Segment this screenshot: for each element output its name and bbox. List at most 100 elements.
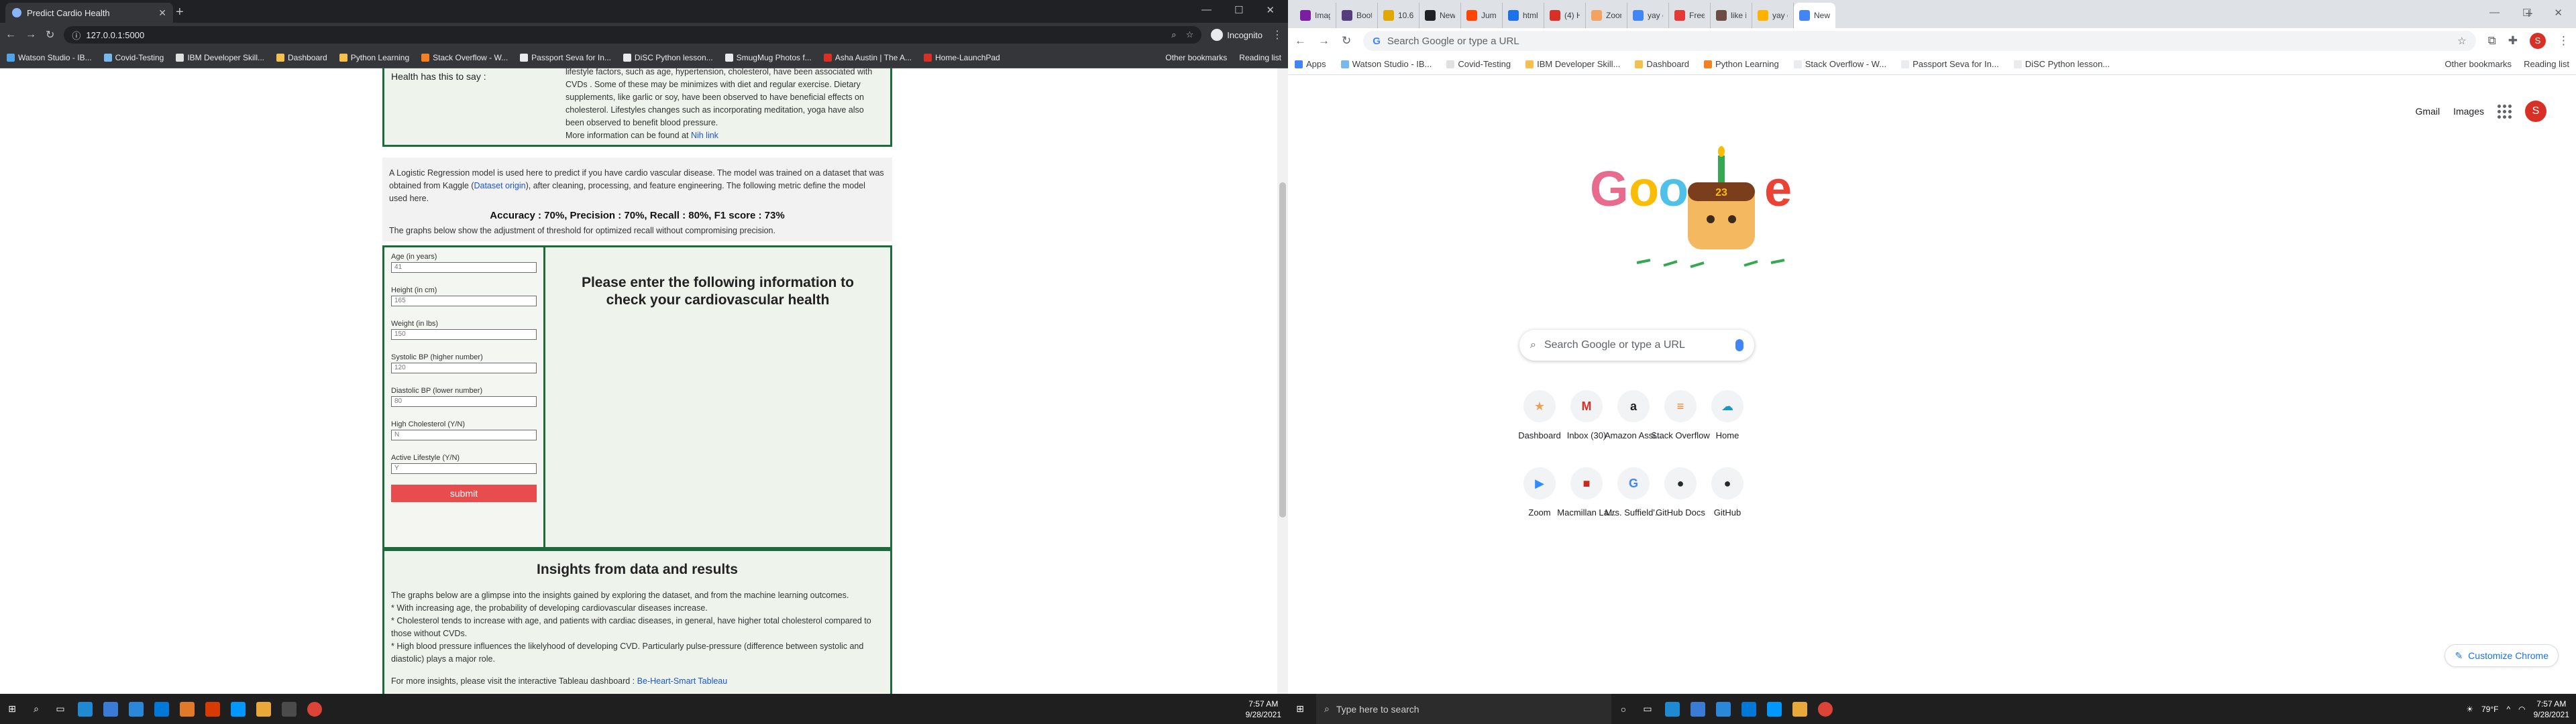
weather-icon[interactable]: ☀ [2466, 705, 2473, 714]
taskbar-search-box[interactable]: ⌕ Type here to search [1316, 694, 1611, 724]
scrollbar-thumb[interactable] [1279, 182, 1286, 518]
left-omnibox[interactable]: ⓘ 127.0.0.1:5000 ⌕ ☆ [64, 26, 1202, 44]
left-scrollbar[interactable] [1277, 68, 1288, 694]
field-input[interactable]: 150 [391, 329, 537, 340]
bookmark-item[interactable]: DiSC Python lesson... [623, 53, 713, 62]
shortcut-tile[interactable]: G Mrs. Suffield'... [1605, 467, 1662, 518]
forward-icon[interactable]: → [25, 29, 36, 41]
gmail-link[interactable]: Gmail [2416, 106, 2440, 117]
bookmark-item[interactable]: Stack Overflow - W... [421, 53, 508, 62]
bookmark-item[interactable]: Home-LaunchPad [924, 53, 1000, 62]
other-bookmarks-folder[interactable]: Other bookmarks [1165, 53, 1227, 62]
shortcut-tile[interactable]: ≡ Stack Overflow [1651, 390, 1710, 440]
bookmark-item[interactable]: DiSC Python lesson... [2013, 59, 2110, 69]
search-icon[interactable]: ⌕ [1171, 29, 1176, 40]
app-icon[interactable] [1690, 701, 1705, 717]
new-tab-icon[interactable]: + [176, 5, 184, 19]
back-icon[interactable]: ← [5, 29, 16, 41]
tableau-link[interactable]: Be-Heart-Smart Tableau [637, 676, 728, 686]
shortcut-tile[interactable]: ● GitHub [1704, 467, 1751, 518]
store-app-icon[interactable] [154, 701, 169, 717]
field-input[interactable]: 120 [391, 363, 537, 373]
shortcut-tile[interactable]: a Amazon Assi... [1605, 390, 1662, 440]
browser-tab[interactable]: Image [1295, 3, 1336, 28]
field-input[interactable]: 80 [391, 396, 537, 407]
cortana-icon[interactable]: ○ [1613, 701, 1633, 717]
field-input[interactable]: 41 [391, 262, 537, 273]
bookmark-item[interactable]: Watson Studio - IB... [7, 53, 92, 62]
reading-list[interactable]: Reading list [2524, 59, 2569, 69]
field-input[interactable]: Y [391, 463, 537, 474]
forward-icon[interactable]: → [1318, 34, 1330, 48]
bookmark-item[interactable]: IBM Developer Skill... [176, 53, 264, 62]
mail-app-icon[interactable] [1716, 701, 1731, 717]
office-app-icon[interactable] [205, 701, 220, 717]
store-app-icon[interactable] [1741, 701, 1756, 717]
minimize-icon[interactable]: — [2489, 7, 2500, 19]
vscode-app-icon[interactable] [1767, 701, 1782, 717]
customize-chrome-button[interactable]: ✎ Customize Chrome [2445, 644, 2559, 667]
field-input[interactable]: N [391, 430, 537, 440]
bookmark-item[interactable]: Passport Seva for In... [1901, 59, 1999, 69]
apps-shortcut[interactable]: Apps [1295, 59, 1326, 69]
bookmark-item[interactable]: Passport Seva for In... [520, 53, 611, 62]
browser-tab[interactable]: New T [1419, 3, 1461, 28]
shortcut-tile[interactable]: ■ Macmillan La... [1557, 467, 1616, 518]
browser-tab[interactable]: New T [1794, 3, 1835, 28]
images-link[interactable]: Images [2453, 106, 2484, 117]
bookmark-item[interactable]: IBM Developer Skill... [1525, 59, 1620, 69]
app-icon[interactable] [180, 701, 195, 717]
edge-app-icon[interactable] [78, 701, 93, 717]
bookmark-item[interactable]: Dashboard [276, 53, 327, 62]
bookmark-item[interactable]: Dashboard [1635, 59, 1689, 69]
bookmark-item[interactable]: Stack Overflow - W... [1793, 59, 1886, 69]
tray-chevron-icon[interactable]: ^ [2506, 705, 2510, 714]
bookmark-item[interactable]: Covid-Testing [1446, 59, 1511, 69]
bookmark-item[interactable]: Python Learning [339, 53, 409, 62]
windows-start-icon[interactable]: ⊞ [1290, 701, 1310, 717]
browser-tab[interactable]: html - [1503, 3, 1544, 28]
bookmark-item[interactable]: Python Learning [1704, 59, 1779, 69]
bookmark-item[interactable]: SmugMug Photos f... [724, 53, 812, 62]
bookmark-star-icon[interactable]: ☆ [1186, 29, 1194, 40]
menu-icon[interactable]: ⋮ [2558, 34, 2569, 48]
shortcut-tile[interactable]: M Inbox (30) [1563, 390, 1610, 440]
left-active-tab[interactable]: Predict Cardio Health ✕ [5, 3, 173, 23]
close-window-icon[interactable]: ✕ [2554, 7, 2563, 19]
task-view-icon[interactable]: ▭ [50, 701, 70, 717]
nih-link[interactable]: Nih link [691, 131, 718, 140]
shortcut-tile[interactable]: ☁ Home [1704, 390, 1751, 440]
edge-app-icon[interactable] [1665, 701, 1680, 717]
back-icon[interactable]: ← [1295, 34, 1306, 48]
browser-tab[interactable]: 10.6.1 [1378, 3, 1419, 28]
browser-tab[interactable]: like i c [1711, 3, 1752, 28]
puzzle-icon[interactable]: ✚ [2508, 34, 2518, 48]
chrome-app-icon[interactable] [1818, 701, 1833, 717]
network-icon[interactable]: ◠ [2518, 705, 2525, 714]
right-clock[interactable]: 7:57 AM 9/28/2021 [2534, 699, 2569, 720]
submit-button[interactable]: submit [391, 485, 537, 502]
terminal-app-icon[interactable] [282, 701, 297, 717]
info-icon[interactable]: ⓘ [72, 29, 80, 42]
task-view-icon[interactable]: ▭ [1638, 701, 1658, 717]
bookmark-star-icon[interactable]: ☆ [2457, 35, 2466, 47]
vscode-app-icon[interactable] [231, 701, 246, 717]
mail-app-icon[interactable] [129, 701, 144, 717]
windows-start-icon[interactable]: ⊞ [2, 701, 22, 717]
reload-icon[interactable]: ↻ [1342, 34, 1351, 48]
shortcut-tile[interactable]: ● GitHub Docs [1656, 467, 1705, 518]
profile-avatar[interactable]: S [2530, 33, 2546, 49]
bookmark-item[interactable]: Covid-Testing [103, 53, 164, 62]
shortcut-tile[interactable]: ▶ Zoom [1516, 467, 1563, 518]
field-input[interactable]: 165 [391, 296, 537, 306]
account-avatar[interactable]: S [2525, 101, 2546, 122]
browser-tab[interactable]: (4) Ho [1544, 3, 1586, 28]
extension-icon[interactable]: ⧉ [2488, 34, 2496, 48]
browser-tab[interactable]: Jumbl [1461, 3, 1503, 28]
reading-list[interactable]: Reading list [1239, 53, 1281, 62]
maximize-icon[interactable]: ☐ [2522, 7, 2531, 19]
maximize-icon[interactable]: ☐ [1234, 4, 1243, 16]
chrome-app-icon[interactable] [307, 701, 322, 717]
incognito-badge[interactable]: Incognito [1211, 29, 1263, 41]
reload-icon[interactable]: ↻ [46, 28, 54, 42]
